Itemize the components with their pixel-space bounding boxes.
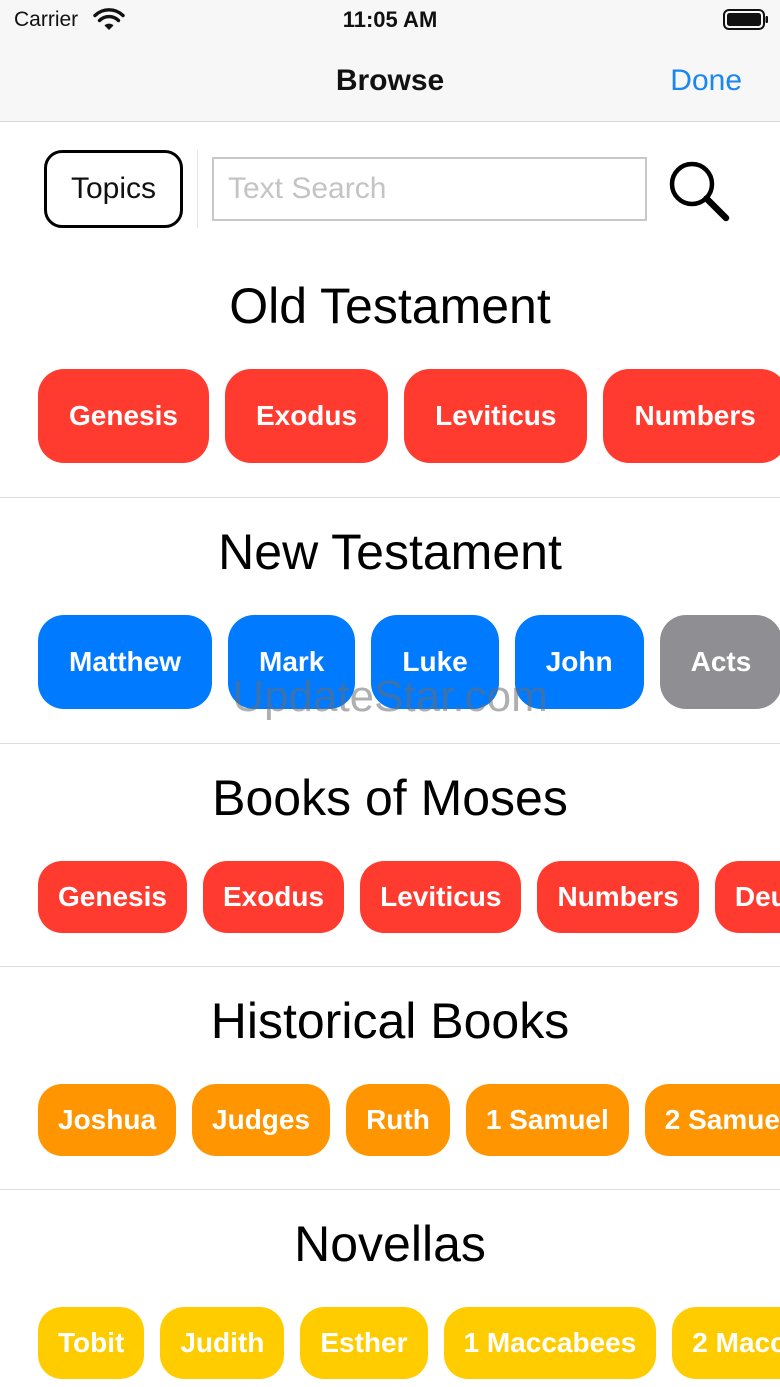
section-title: New Testament bbox=[218, 524, 562, 580]
book-chip-esther[interactable]: Esther bbox=[300, 1307, 428, 1379]
topics-button[interactable]: Topics bbox=[44, 150, 183, 228]
section-title: Old Testament bbox=[229, 278, 551, 334]
section-title: Books of Moses bbox=[212, 770, 568, 826]
book-chip-exodus[interactable]: Exodus bbox=[224, 369, 389, 463]
book-chip-luke[interactable]: Luke bbox=[371, 615, 499, 709]
section-divider bbox=[0, 743, 780, 744]
book-chip-exodus[interactable]: Exodus bbox=[202, 861, 345, 933]
book-chip-john[interactable]: John bbox=[514, 615, 644, 709]
done-button[interactable]: Done bbox=[670, 64, 742, 98]
book-chip-genesis[interactable]: Genesis bbox=[38, 369, 209, 463]
book-chip-numbers[interactable]: Numbers bbox=[537, 861, 699, 933]
chip-row: Joshua Judges Ruth 1 Samuel 2 Samuel bbox=[38, 1084, 780, 1156]
section-title: Novellas bbox=[294, 1216, 486, 1272]
book-chip-mark[interactable]: Mark bbox=[228, 615, 356, 709]
book-chip-ruth[interactable]: Ruth bbox=[346, 1084, 450, 1156]
book-chip-deuteronomy[interactable]: Deu bbox=[714, 861, 780, 933]
book-chip-leviticus[interactable]: Leviticus bbox=[360, 861, 522, 933]
chip-row: Matthew Mark Luke John Acts bbox=[38, 615, 780, 709]
book-chip-joshua[interactable]: Joshua bbox=[38, 1084, 177, 1156]
book-chip-tobit[interactable]: Tobit bbox=[38, 1307, 145, 1379]
search-icon[interactable] bbox=[666, 158, 732, 224]
book-chip-leviticus[interactable]: Leviticus bbox=[404, 369, 588, 463]
book-chip-matthew[interactable]: Matthew bbox=[38, 615, 212, 709]
status-bar: Carrier 11:05 AM bbox=[0, 0, 780, 40]
battery-icon bbox=[723, 9, 768, 30]
book-chip-2-samuel[interactable]: 2 Samuel bbox=[644, 1084, 780, 1156]
book-chip-acts[interactable]: Acts bbox=[659, 615, 780, 709]
section-divider bbox=[0, 497, 780, 498]
status-time: 11:05 AM bbox=[342, 7, 438, 32]
section-title: Historical Books bbox=[210, 993, 570, 1049]
page-title: Browse bbox=[335, 64, 445, 97]
book-chip-judith[interactable]: Judith bbox=[160, 1307, 285, 1379]
book-chip-1-samuel[interactable]: 1 Samuel bbox=[465, 1084, 629, 1156]
text-search-input[interactable] bbox=[212, 157, 647, 221]
chip-row: Genesis Exodus Leviticus Numbers bbox=[38, 369, 780, 463]
book-chip-1-maccabees[interactable]: 1 Maccabees bbox=[443, 1307, 657, 1379]
book-chip-2-maccabees[interactable]: 2 Macc bbox=[672, 1307, 780, 1379]
chip-row: Genesis Exodus Leviticus Numbers Deu bbox=[38, 861, 780, 933]
navigation-bar: Browse Done bbox=[0, 40, 780, 122]
section-divider bbox=[0, 966, 780, 967]
book-chip-numbers[interactable]: Numbers bbox=[603, 369, 780, 463]
book-chip-judges[interactable]: Judges bbox=[192, 1084, 331, 1156]
chip-row: Tobit Judith Esther 1 Maccabees 2 Macc bbox=[38, 1307, 780, 1379]
search-separator bbox=[197, 150, 198, 228]
book-chip-genesis[interactable]: Genesis bbox=[38, 861, 187, 933]
section-divider bbox=[0, 1189, 780, 1190]
